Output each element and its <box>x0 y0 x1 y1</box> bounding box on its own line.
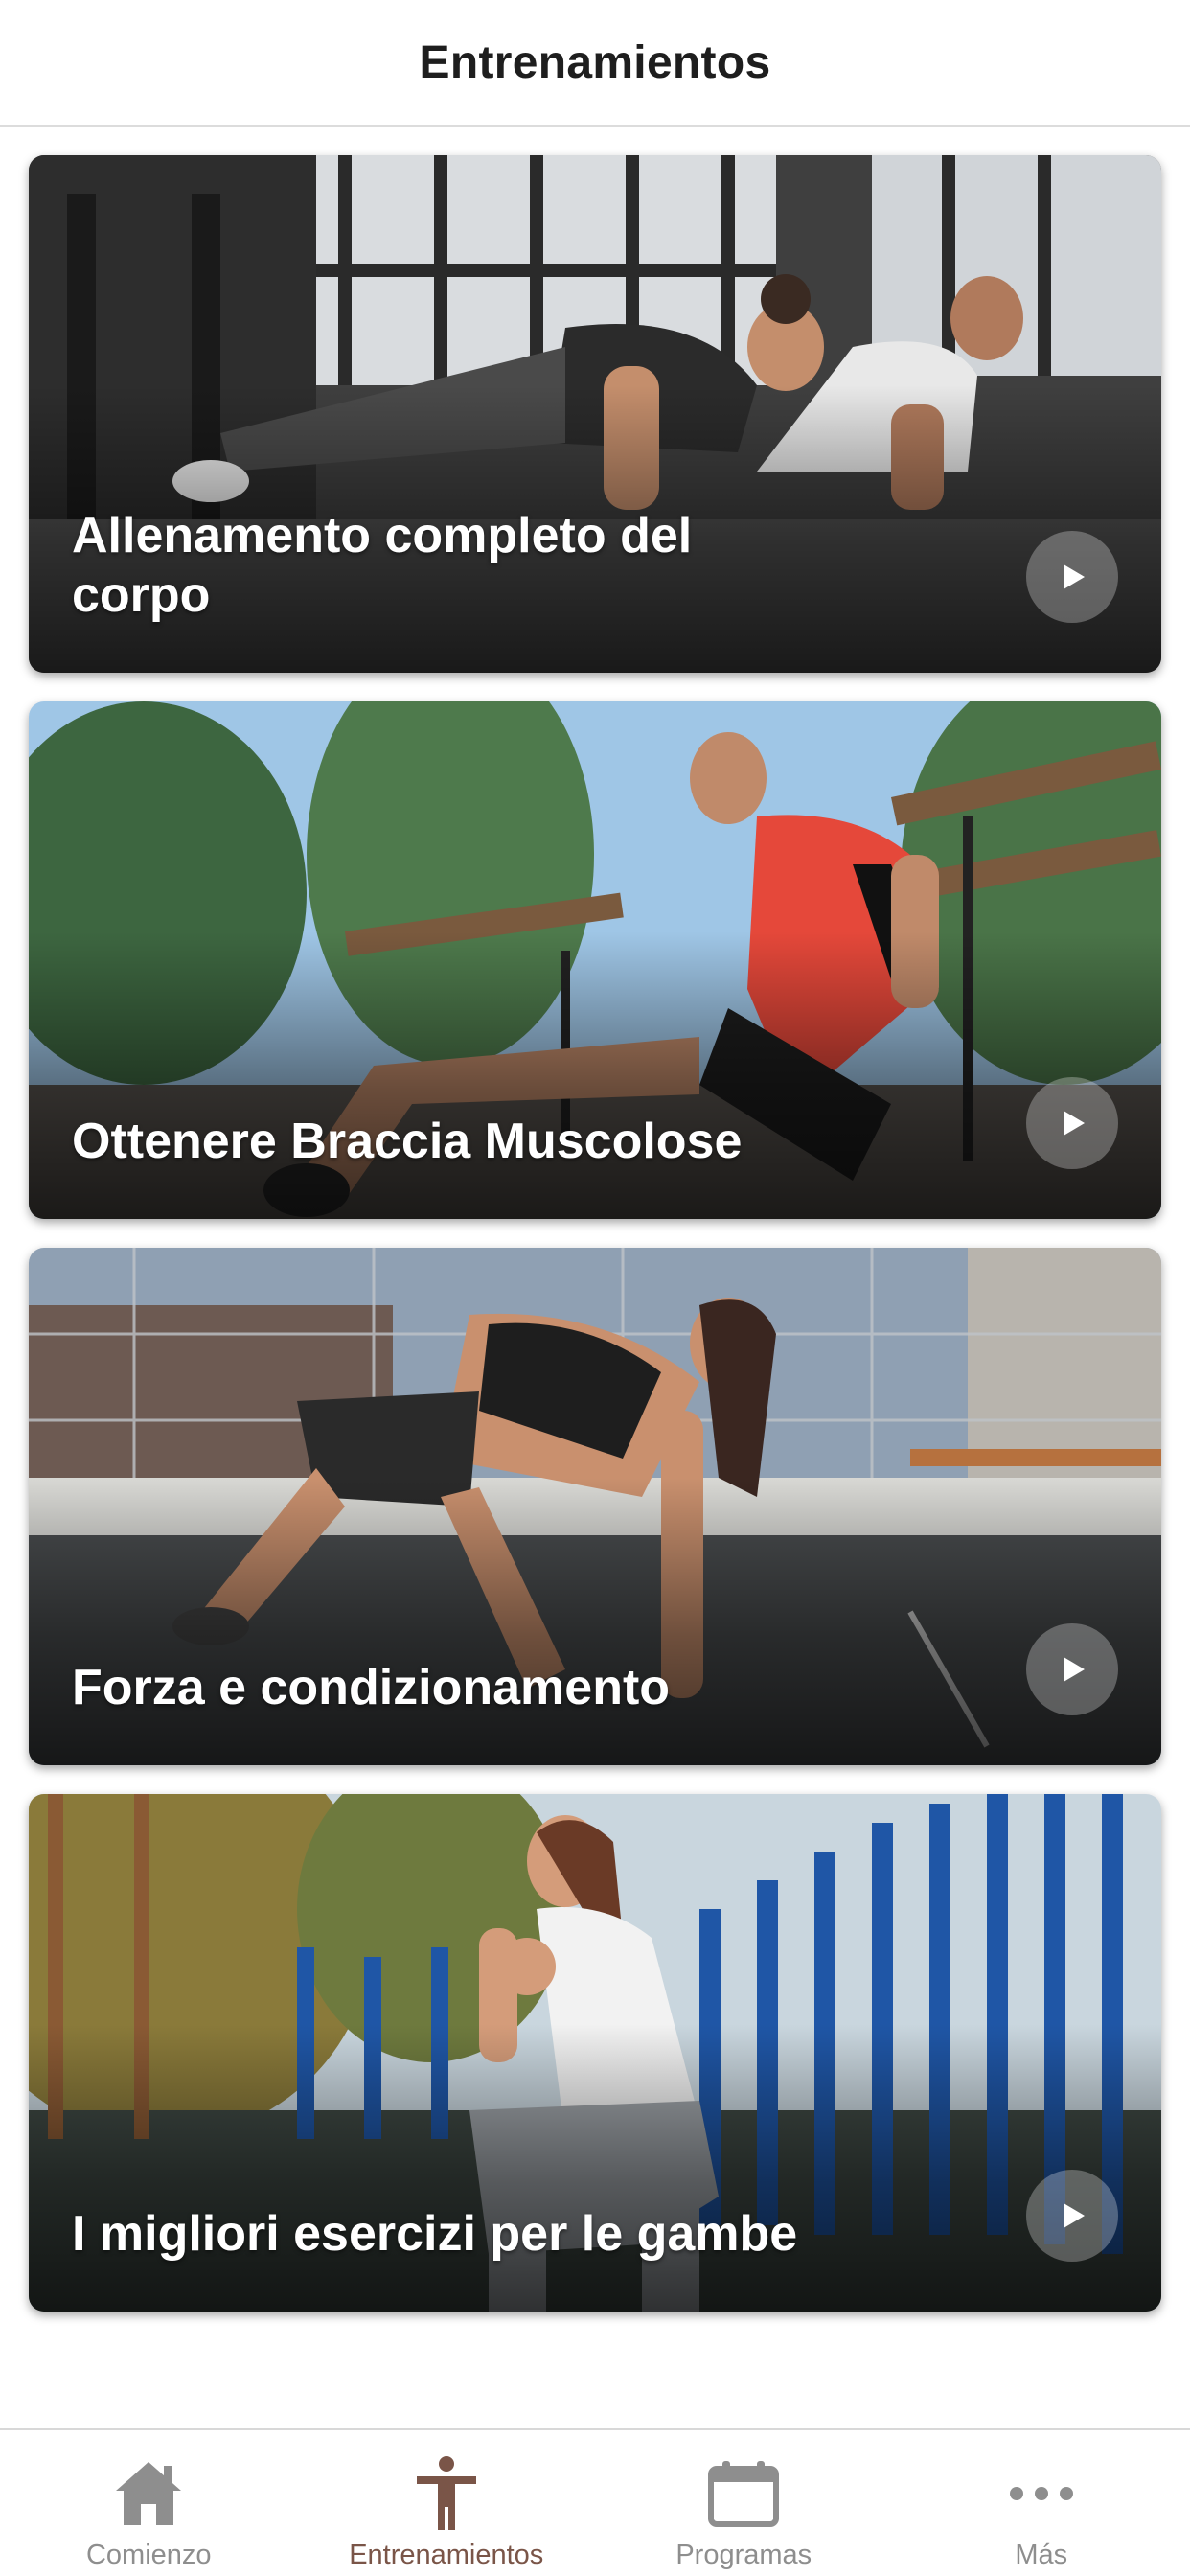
tab-label: Comienzo <box>85 2540 212 2570</box>
workout-card-legs[interactable]: I migliori esercizi per le gambe <box>29 1794 1161 2312</box>
workout-title: Ottenere Braccia Muscolose <box>72 1114 743 1169</box>
bottom-tab-bar: Comienzo Entrenamientos Programas Más <box>0 2428 1190 2576</box>
workout-card-arms[interactable]: Ottenere Braccia Muscolose <box>29 702 1161 1219</box>
play-button[interactable] <box>1026 531 1118 623</box>
workout-card-full-body[interactable]: Allenamento completo del corpo <box>29 155 1161 673</box>
play-button[interactable] <box>1026 1623 1118 1715</box>
image-gradient <box>29 932 1161 1219</box>
calendar-icon <box>708 2461 780 2527</box>
image-gradient <box>29 2024 1161 2312</box>
tab-more[interactable]: Más <box>893 2430 1190 2576</box>
play-icon <box>1064 1111 1085 1136</box>
play-button[interactable] <box>1026 1077 1118 1169</box>
page-title: Entrenamientos <box>419 36 771 88</box>
tab-label: Entrenamientos <box>349 2540 544 2570</box>
workout-title: Forza e condizionamento <box>72 1660 671 1715</box>
play-icon <box>1064 564 1085 589</box>
more-icon <box>1009 2487 1073 2500</box>
workout-card-strength[interactable]: Forza e condizionamento <box>29 1248 1161 1765</box>
tab-workouts[interactable]: Entrenamientos <box>298 2430 596 2576</box>
play-icon <box>1064 1657 1085 1682</box>
play-icon <box>1064 2203 1085 2228</box>
workout-title: Allenamento completo del corpo <box>72 508 693 623</box>
tab-label: Programas <box>675 2540 812 2570</box>
tab-label: Más <box>1015 2540 1068 2570</box>
tab-programs[interactable]: Programas <box>595 2430 893 2576</box>
home-icon <box>116 2462 182 2525</box>
play-button[interactable] <box>1026 2170 1118 2262</box>
workout-title: I migliori esercizi per le gambe <box>72 2206 798 2262</box>
person-icon <box>416 2456 476 2530</box>
image-gradient <box>29 1478 1161 1765</box>
top-bar: Entrenamientos <box>0 0 1190 126</box>
tab-home[interactable]: Comienzo <box>0 2430 298 2576</box>
